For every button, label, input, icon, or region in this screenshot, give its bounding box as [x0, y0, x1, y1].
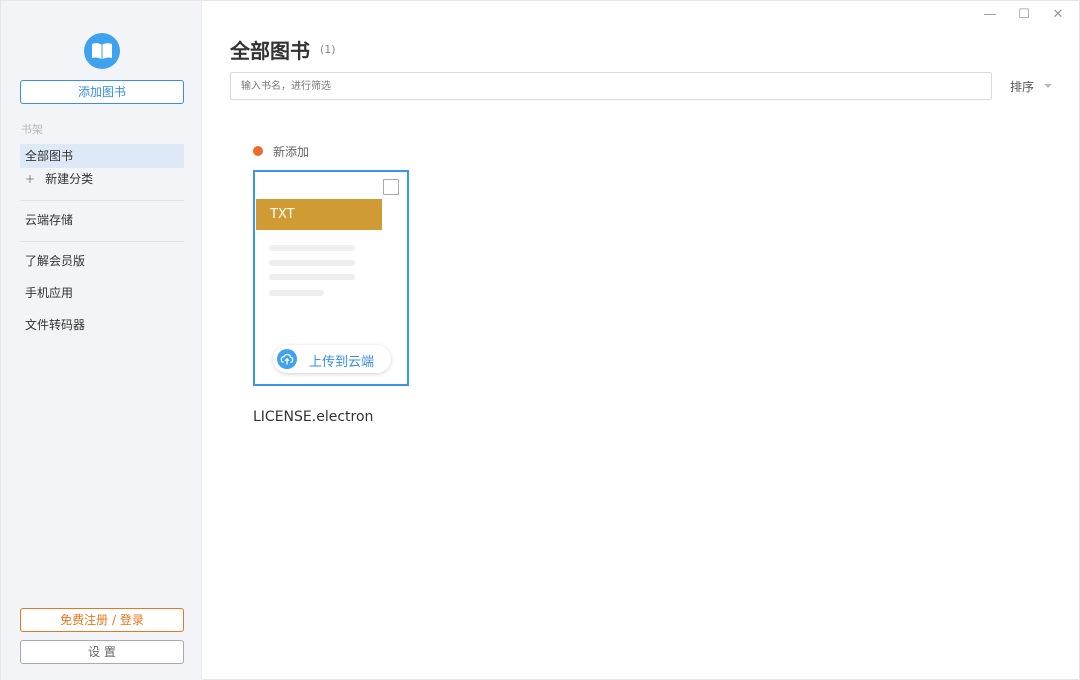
- sidebar-item-cloud-storage[interactable]: 云端存储: [20, 208, 184, 232]
- placeholder-line: [269, 274, 355, 280]
- maximize-icon[interactable]: ☐: [1014, 7, 1034, 25]
- sidebar-item-new-category[interactable]: + 新建分类: [20, 167, 184, 191]
- sidebar-item-all-books[interactable]: 全部图书: [20, 144, 184, 168]
- group-label: 新添加: [273, 145, 310, 159]
- chevron-down-icon[interactable]: [1044, 84, 1052, 88]
- minimize-icon[interactable]: —: [980, 7, 1000, 25]
- sidebar: 添加图书 书架 全部图书 + 新建分类 云端存储 了解会员版 手机应用 文件转码器…: [1, 1, 202, 680]
- book-card[interactable]: TXT 上传到云端: [253, 170, 409, 386]
- plus-icon: +: [25, 172, 36, 186]
- select-checkbox[interactable]: [383, 179, 399, 195]
- upload-label: 上传到云端: [309, 355, 375, 370]
- settings-button[interactable]: 设 置: [20, 640, 184, 664]
- sidebar-item-membership[interactable]: 了解会员版: [20, 249, 184, 273]
- close-icon[interactable]: ✕: [1048, 7, 1068, 25]
- book-logo-icon: [84, 33, 120, 69]
- sidebar-divider: [20, 200, 184, 201]
- placeholder-line: [269, 290, 324, 296]
- book-title[interactable]: LICENSE.electron: [253, 409, 373, 425]
- sidebar-item-label: 文件转码器: [25, 318, 86, 332]
- add-book-button[interactable]: 添加图书: [20, 80, 184, 104]
- sidebar-item-label: 新建分类: [45, 172, 94, 186]
- sidebar-item-label: 全部图书: [25, 149, 74, 163]
- format-tag: TXT: [256, 199, 382, 230]
- new-indicator-dot: [253, 146, 263, 156]
- search-input[interactable]: [230, 72, 992, 100]
- sort-button[interactable]: 排序: [1010, 78, 1034, 95]
- shelf-section-label: 书架: [21, 123, 43, 136]
- sidebar-item-mobile-app[interactable]: 手机应用: [20, 281, 184, 305]
- cloud-upload-icon: [277, 349, 297, 369]
- placeholder-line: [269, 260, 355, 266]
- book-count: (1): [320, 43, 336, 56]
- sidebar-divider: [20, 241, 184, 242]
- page-title: 全部图书: [230, 39, 310, 63]
- upload-to-cloud-button[interactable]: 上传到云端: [273, 345, 391, 373]
- app-window: 添加图书 书架 全部图书 + 新建分类 云端存储 了解会员版 手机应用 文件转码器…: [0, 0, 1080, 680]
- login-button[interactable]: 免费注册 / 登录: [20, 608, 184, 632]
- placeholder-line: [269, 245, 355, 251]
- sidebar-item-label: 了解会员版: [25, 254, 86, 268]
- sidebar-item-label: 云端存储: [25, 213, 74, 227]
- sidebar-item-file-converter[interactable]: 文件转码器: [20, 313, 184, 337]
- sidebar-item-label: 手机应用: [25, 286, 74, 300]
